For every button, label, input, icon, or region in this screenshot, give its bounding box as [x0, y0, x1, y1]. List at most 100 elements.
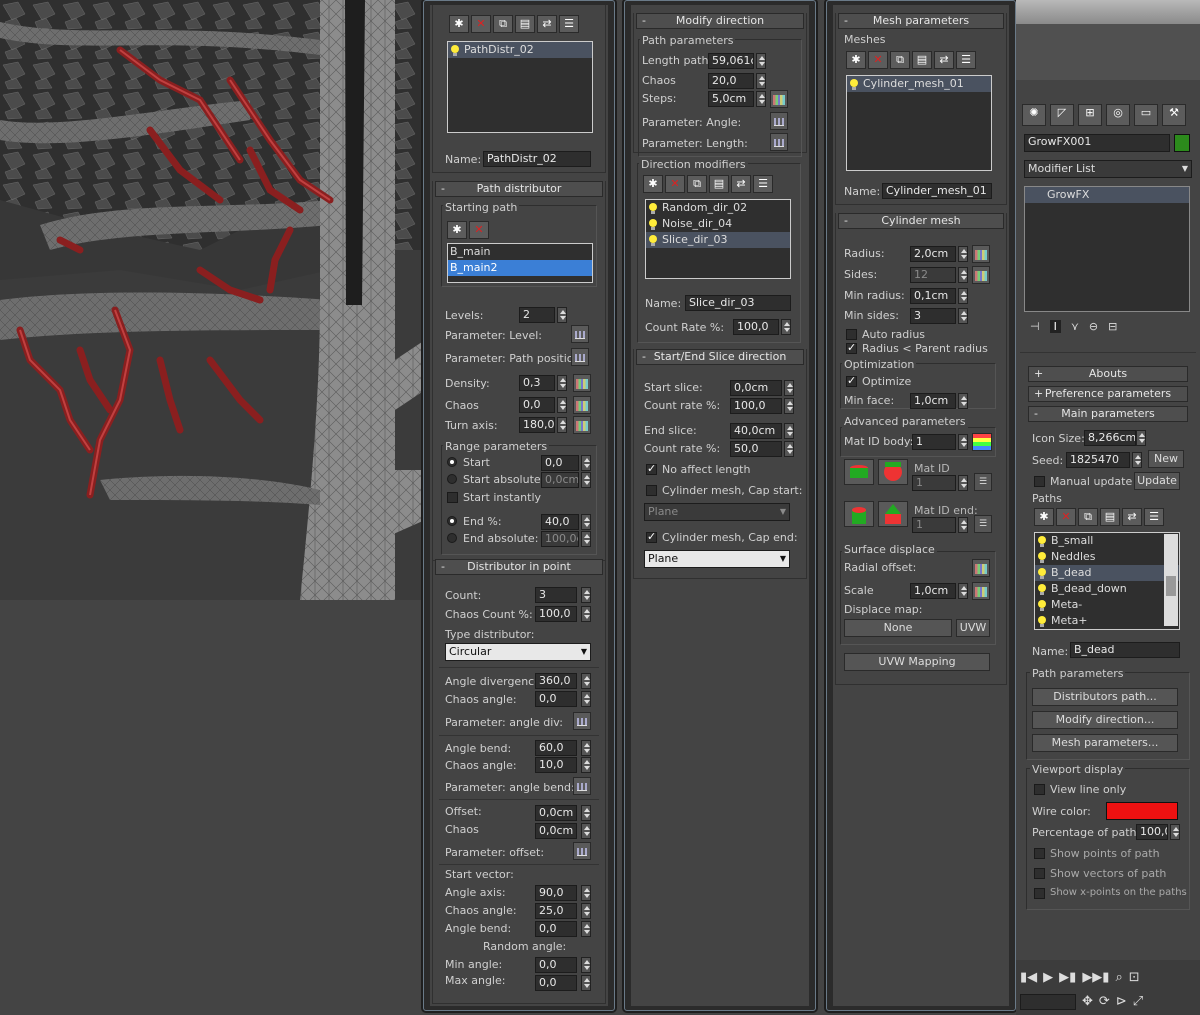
list-item[interactable]: Slice_dir_03: [646, 232, 790, 248]
mesh-parameters-button[interactable]: Mesh parameters...: [1032, 734, 1178, 752]
min-angle-spinner[interactable]: [581, 957, 591, 973]
sides-field[interactable]: 12: [910, 267, 956, 283]
chaos-field[interactable]: 0,0: [519, 397, 555, 413]
move-distributor-button[interactable]: ⇄: [537, 15, 557, 33]
curve-graph-icon[interactable]: [573, 842, 591, 860]
paste-path-button[interactable]: ▤: [1100, 508, 1120, 526]
list-item[interactable]: B_dead: [1035, 565, 1179, 581]
list-item[interactable]: Noise_dir_04: [646, 216, 790, 232]
settings-mesh-button[interactable]: ☰: [956, 51, 976, 69]
angle-bend-spinner[interactable]: [581, 740, 591, 756]
list-item[interactable]: Meta-: [1035, 597, 1179, 613]
modifier-stack[interactable]: GrowFX: [1024, 186, 1190, 312]
seed-spinner[interactable]: [1132, 452, 1142, 468]
chaos-field[interactable]: 20,0: [708, 73, 754, 89]
update-button[interactable]: Update: [1134, 472, 1180, 490]
mesh-parameters-header[interactable]: - Mesh parameters: [838, 13, 1004, 29]
configure-sets-icon[interactable]: ⊟: [1108, 320, 1117, 333]
viewport-3d[interactable]: [0, 0, 425, 600]
steps-field[interactable]: 5,0cm: [708, 91, 754, 107]
paste-distributor-button[interactable]: ▤: [515, 15, 535, 33]
start-absolute-spinner[interactable]: [581, 472, 591, 488]
wire-color-swatch[interactable]: [1106, 802, 1178, 820]
settings-distributor-button[interactable]: ☰: [559, 15, 579, 33]
move-modifier-button[interactable]: ⇄: [731, 175, 751, 193]
move-path-button[interactable]: ⇄: [1122, 508, 1142, 526]
angle-axis-field[interactable]: 90,0: [535, 885, 577, 901]
end-count-rate-field[interactable]: 50,0: [730, 441, 782, 457]
object-name-field[interactable]: GrowFX001: [1024, 134, 1170, 152]
make-unique-icon[interactable]: ⋎: [1071, 320, 1079, 333]
chaos-spinner[interactable]: [557, 397, 567, 413]
list-item[interactable]: B_dead_down: [1035, 581, 1179, 597]
meshes-list[interactable]: Cylinder_mesh_01: [846, 75, 992, 171]
angle-divergence-spinner[interactable]: [581, 673, 591, 689]
preference-header[interactable]: + Preference parameters: [1028, 386, 1188, 402]
orbit-icon[interactable]: ⟳: [1099, 994, 1110, 1010]
type-distributor-dropdown[interactable]: Circular: [445, 643, 591, 661]
end-frame-icon[interactable]: ▶▶▮: [1082, 970, 1109, 985]
angle-axis-spinner[interactable]: [581, 885, 591, 901]
copy-distributor-button[interactable]: ⧉: [493, 15, 513, 33]
start-slice-field[interactable]: 0,0cm: [730, 380, 782, 396]
object-color-swatch[interactable]: [1174, 134, 1190, 152]
chaos-offset-spinner[interactable]: [581, 823, 591, 839]
start-spinner[interactable]: [581, 455, 591, 471]
delete-distributor-button[interactable]: ✕: [471, 15, 491, 33]
zoom-icon[interactable]: ⌕: [1115, 970, 1122, 985]
sv-chaos-angle-field[interactable]: 25,0: [535, 903, 577, 919]
angle-divergence-field[interactable]: 360,0: [535, 673, 577, 689]
min-sides-field[interactable]: 3: [910, 308, 956, 324]
display-tab-icon[interactable]: ▭: [1134, 104, 1158, 126]
sides-spinner[interactable]: [958, 267, 968, 283]
chaos-angle-spinner[interactable]: [581, 691, 591, 707]
cap-end-icon[interactable]: [844, 501, 874, 527]
curve-graph-icon[interactable]: [571, 348, 589, 366]
sv-angle-bend-field[interactable]: 0,0: [535, 921, 577, 937]
density-field[interactable]: 0,3: [519, 375, 555, 391]
seed-field[interactable]: 1825470: [1066, 452, 1130, 468]
add-distributor-button[interactable]: ✱: [449, 15, 469, 33]
settings-modifier-button[interactable]: ☰: [753, 175, 773, 193]
start-radio[interactable]: [447, 457, 457, 467]
cap-end-dropdown[interactable]: Plane: [644, 550, 790, 568]
sv-chaos-angle-spinner[interactable]: [581, 903, 591, 919]
min-radius-spinner[interactable]: [958, 288, 968, 304]
modify-direction-button[interactable]: Modify direction...: [1032, 711, 1178, 729]
scale-spinner[interactable]: [958, 583, 968, 599]
curve-graph-icon[interactable]: [770, 133, 788, 151]
offset-field[interactable]: 0,0cm: [535, 805, 577, 821]
chaos-offset-field[interactable]: 0,0cm: [535, 823, 577, 839]
show-vectors-checkbox[interactable]: [1034, 868, 1045, 879]
cap-start-dropdown[interactable]: Plane: [644, 503, 790, 521]
length-path-spinner[interactable]: [756, 53, 766, 69]
list-item[interactable]: Cylinder_mesh_01: [847, 76, 991, 92]
uvw-mapping-button[interactable]: UVW Mapping: [844, 653, 990, 671]
copy-modifier-button[interactable]: ⧉: [687, 175, 707, 193]
delete-modifier-button[interactable]: ✕: [665, 175, 685, 193]
list-item[interactable]: Random_dir_02: [646, 200, 790, 216]
list-item[interactable]: B_main: [448, 244, 592, 260]
gradient-map-icon[interactable]: [972, 245, 990, 263]
direction-modifiers-list[interactable]: Random_dir_02 Noise_dir_04 Slice_dir_03: [645, 199, 791, 279]
utilities-tab-icon[interactable]: ⚒: [1162, 104, 1186, 126]
list-item[interactable]: B_small: [1035, 533, 1179, 549]
end-absolute-field[interactable]: 100,0c: [541, 531, 579, 547]
percentage-paths-field[interactable]: 100,0: [1136, 824, 1168, 840]
modifier-name-field[interactable]: Slice_dir_03: [685, 295, 791, 311]
cap-cone-icon[interactable]: [878, 501, 908, 527]
prev-frame-icon[interactable]: ▮◀: [1020, 970, 1037, 985]
chaos-count-spinner[interactable]: [581, 606, 591, 622]
gradient-map-icon[interactable]: [972, 266, 990, 284]
end-absolute-radio[interactable]: [447, 533, 457, 543]
move-mesh-button[interactable]: ⇄: [934, 51, 954, 69]
matid-end-spinner[interactable]: [958, 517, 968, 533]
end-spinner[interactable]: [581, 514, 591, 530]
count-rate-field[interactable]: 100,0: [733, 319, 779, 335]
displace-map-button[interactable]: None: [844, 619, 952, 637]
matid-field[interactable]: 1: [912, 475, 956, 491]
curve-graph-icon[interactable]: [573, 712, 591, 730]
end-absolute-spinner[interactable]: [581, 531, 591, 547]
count-rate-spinner[interactable]: [781, 319, 791, 335]
maximize-icon[interactable]: ⤢: [1133, 994, 1143, 1010]
